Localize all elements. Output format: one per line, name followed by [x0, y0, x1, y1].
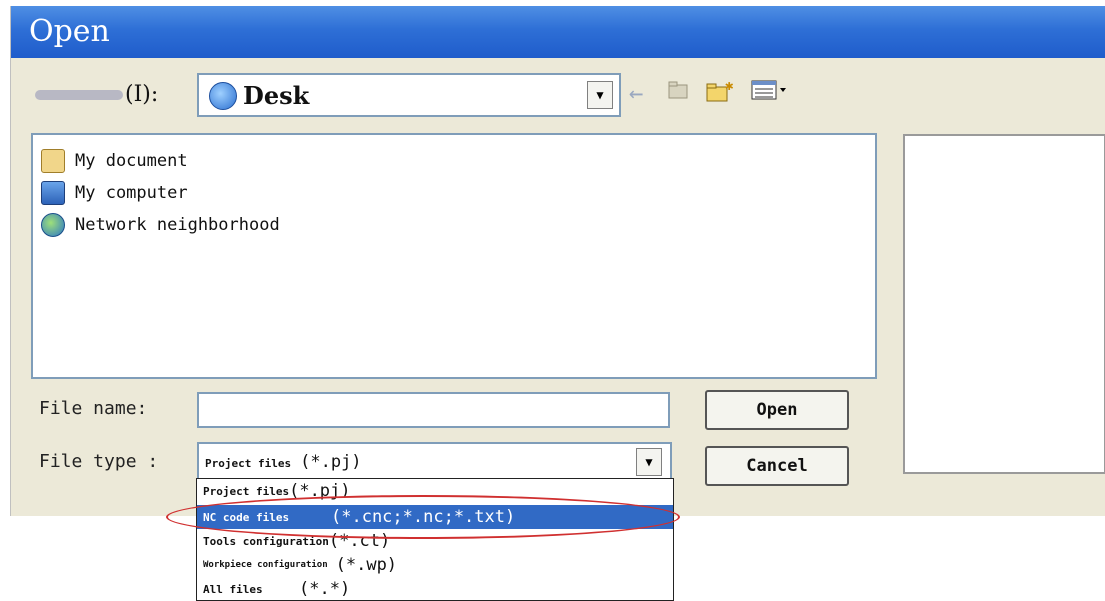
list-item[interactable]: My computer: [41, 177, 188, 209]
file-list[interactable]: My document My computer Network neighbor…: [31, 133, 877, 379]
cancel-button[interactable]: Cancel: [705, 446, 849, 486]
file-type-select[interactable]: Project files (*.pj) ▼: [197, 442, 672, 482]
option-name: Project files: [203, 484, 290, 498]
toolbar: (I): Desk ▼ ← ✱: [11, 58, 1105, 136]
option-name: Workpiece configuration: [203, 560, 328, 570]
file-type-value: Project files (*.pj): [205, 452, 362, 472]
list-item-label: My document: [75, 151, 188, 171]
computer-icon: [41, 181, 65, 205]
new-folder-icon[interactable]: ✱: [705, 78, 735, 111]
file-name-label: File name:: [39, 398, 148, 419]
title-bar[interactable]: Open: [11, 6, 1105, 58]
network-icon: [41, 213, 65, 237]
preview-pane: [903, 134, 1105, 474]
up-folder-icon[interactable]: [667, 78, 689, 108]
documents-folder-icon: [41, 149, 65, 173]
list-item[interactable]: Network neighborhood: [41, 209, 280, 241]
chevron-down-icon[interactable]: ▼: [587, 81, 613, 109]
option-name: All files: [203, 582, 263, 596]
view-menu-icon[interactable]: [751, 78, 789, 109]
desktop-icon: [209, 82, 237, 110]
open-dialog: Open (I): Desk ▼ ← ✱ My document My comp…: [10, 6, 1105, 516]
file-type-value-pattern: (*.pj): [300, 452, 362, 472]
annotation-ellipse: [166, 495, 680, 539]
option-pattern: (*.wp): [335, 555, 398, 575]
back-arrow-icon[interactable]: ←: [629, 78, 643, 108]
file-type-value-name: Project files: [205, 457, 292, 470]
redacted-label: [35, 90, 123, 100]
chevron-down-icon[interactable]: ▼: [636, 448, 662, 476]
list-item-label: My computer: [75, 183, 188, 203]
look-in-label: (I):: [35, 82, 158, 107]
file-type-option[interactable]: All files (*.*): [197, 577, 673, 601]
look-in-value: Desk: [243, 81, 310, 110]
list-item-label: Network neighborhood: [75, 215, 280, 235]
look-in-combo[interactable]: Desk ▼: [197, 73, 621, 117]
file-type-label: File type :: [39, 451, 159, 472]
window-title: Open: [29, 14, 110, 49]
svg-text:✱: ✱: [725, 78, 734, 94]
file-type-option[interactable]: Workpiece configuration (*.wp): [197, 553, 673, 577]
list-item[interactable]: My document: [41, 145, 188, 177]
option-pattern: (*.*): [299, 579, 351, 599]
open-button[interactable]: Open: [705, 390, 849, 430]
look-in-label-text: (I):: [125, 82, 159, 107]
file-name-input[interactable]: [197, 392, 670, 428]
